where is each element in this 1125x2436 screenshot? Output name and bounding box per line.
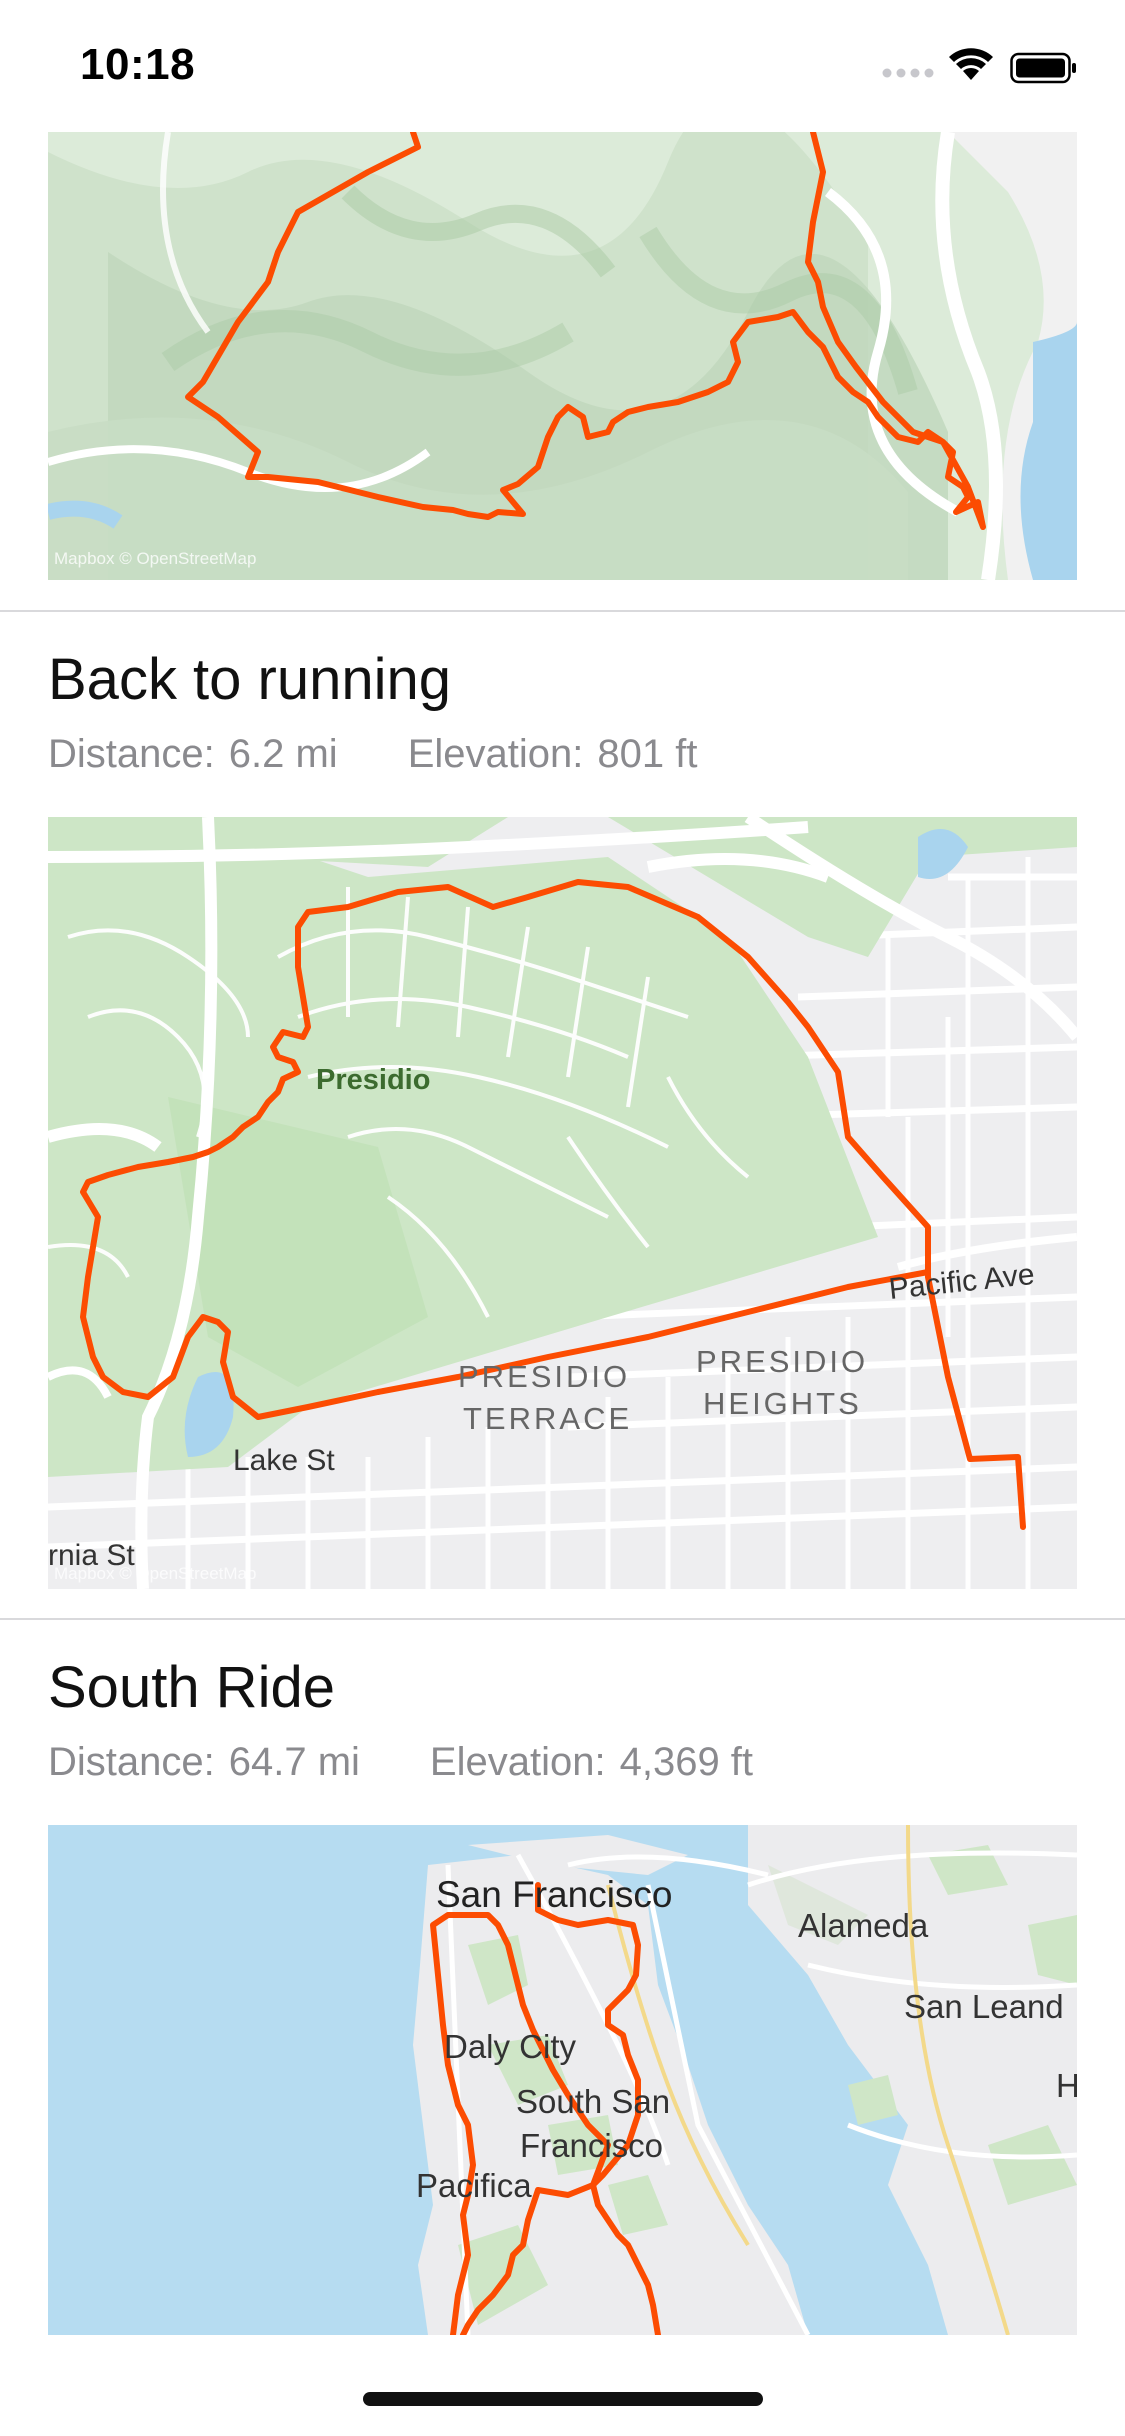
map-label-south-sf: South San xyxy=(516,2083,670,2120)
map-attribution: Mapbox © OpenStreetMap xyxy=(54,1564,256,1583)
map-label-pacifica: Pacifica xyxy=(416,2167,532,2204)
status-bar: 10:18 xyxy=(0,0,1125,132)
activity-map-1[interactable]: Mapbox © OpenStreetMap xyxy=(48,132,1077,580)
map-attribution: Mapbox © OpenStreetMap xyxy=(54,549,256,568)
map-label-daly-city: Daly City xyxy=(444,2028,577,2065)
cellular-signal-icon xyxy=(882,68,934,78)
map-label-presidio: Presidio xyxy=(316,1064,430,1096)
activity-title[interactable]: South Ride xyxy=(48,1654,335,1721)
elevation-value: 801 ft xyxy=(597,732,698,776)
battery-icon xyxy=(1010,52,1076,84)
distance-value: 64.7 mi xyxy=(228,1740,360,1784)
distance-stat: Distance: 64.7 mi xyxy=(48,1740,360,1785)
wifi-icon xyxy=(949,48,993,80)
map-label-san-leandro: San Leand xyxy=(904,1988,1064,2025)
map-label-presidio-heights-2: HEIGHTS xyxy=(703,1386,862,1421)
home-indicator[interactable] xyxy=(363,2392,763,2406)
activity-stats: Distance: 6.2 mi Elevation: 801 ft xyxy=(48,732,697,777)
status-time: 10:18 xyxy=(80,40,196,89)
divider xyxy=(0,1618,1125,1620)
distance-label: Distance: xyxy=(48,732,215,776)
distance-value: 6.2 mi xyxy=(228,732,338,776)
activity-map-2[interactable]: Presidio Pacific Ave PRESIDIO TERRACE PR… xyxy=(48,817,1077,1589)
map-label-presidio-terrace: PRESIDIO xyxy=(458,1359,630,1394)
elevation-label: Elevation: xyxy=(429,1740,606,1784)
divider xyxy=(0,610,1125,612)
map-label-san-francisco: San Francisco xyxy=(436,1874,673,1915)
activity-title[interactable]: Back to running xyxy=(48,646,451,713)
distance-label: Distance: xyxy=(48,1740,215,1784)
map-label-south-sf-2: Francisco xyxy=(520,2127,663,2164)
map-label-h: H xyxy=(1056,2067,1077,2104)
elevation-stat: Elevation: 4,369 ft xyxy=(430,1740,753,1785)
map-label-lake-st: Lake St xyxy=(233,1444,335,1477)
activity-map-3[interactable]: San Francisco Alameda San Leand H Daly C… xyxy=(48,1825,1077,2335)
distance-stat: Distance: 6.2 mi xyxy=(48,732,338,777)
elevation-value: 4,369 ft xyxy=(619,1740,754,1784)
activity-feed[interactable]: Mapbox © OpenStreetMap Back to running D… xyxy=(0,132,1125,2436)
elevation-stat: Elevation: 801 ft xyxy=(408,732,698,777)
map-label-alameda: Alameda xyxy=(798,1907,929,1944)
elevation-label: Elevation: xyxy=(407,732,584,776)
activity-stats: Distance: 64.7 mi Elevation: 4,369 ft xyxy=(48,1740,753,1785)
map-label-presidio-terrace-2: TERRACE xyxy=(463,1401,632,1436)
map-label-presidio-heights: PRESIDIO xyxy=(696,1344,868,1379)
